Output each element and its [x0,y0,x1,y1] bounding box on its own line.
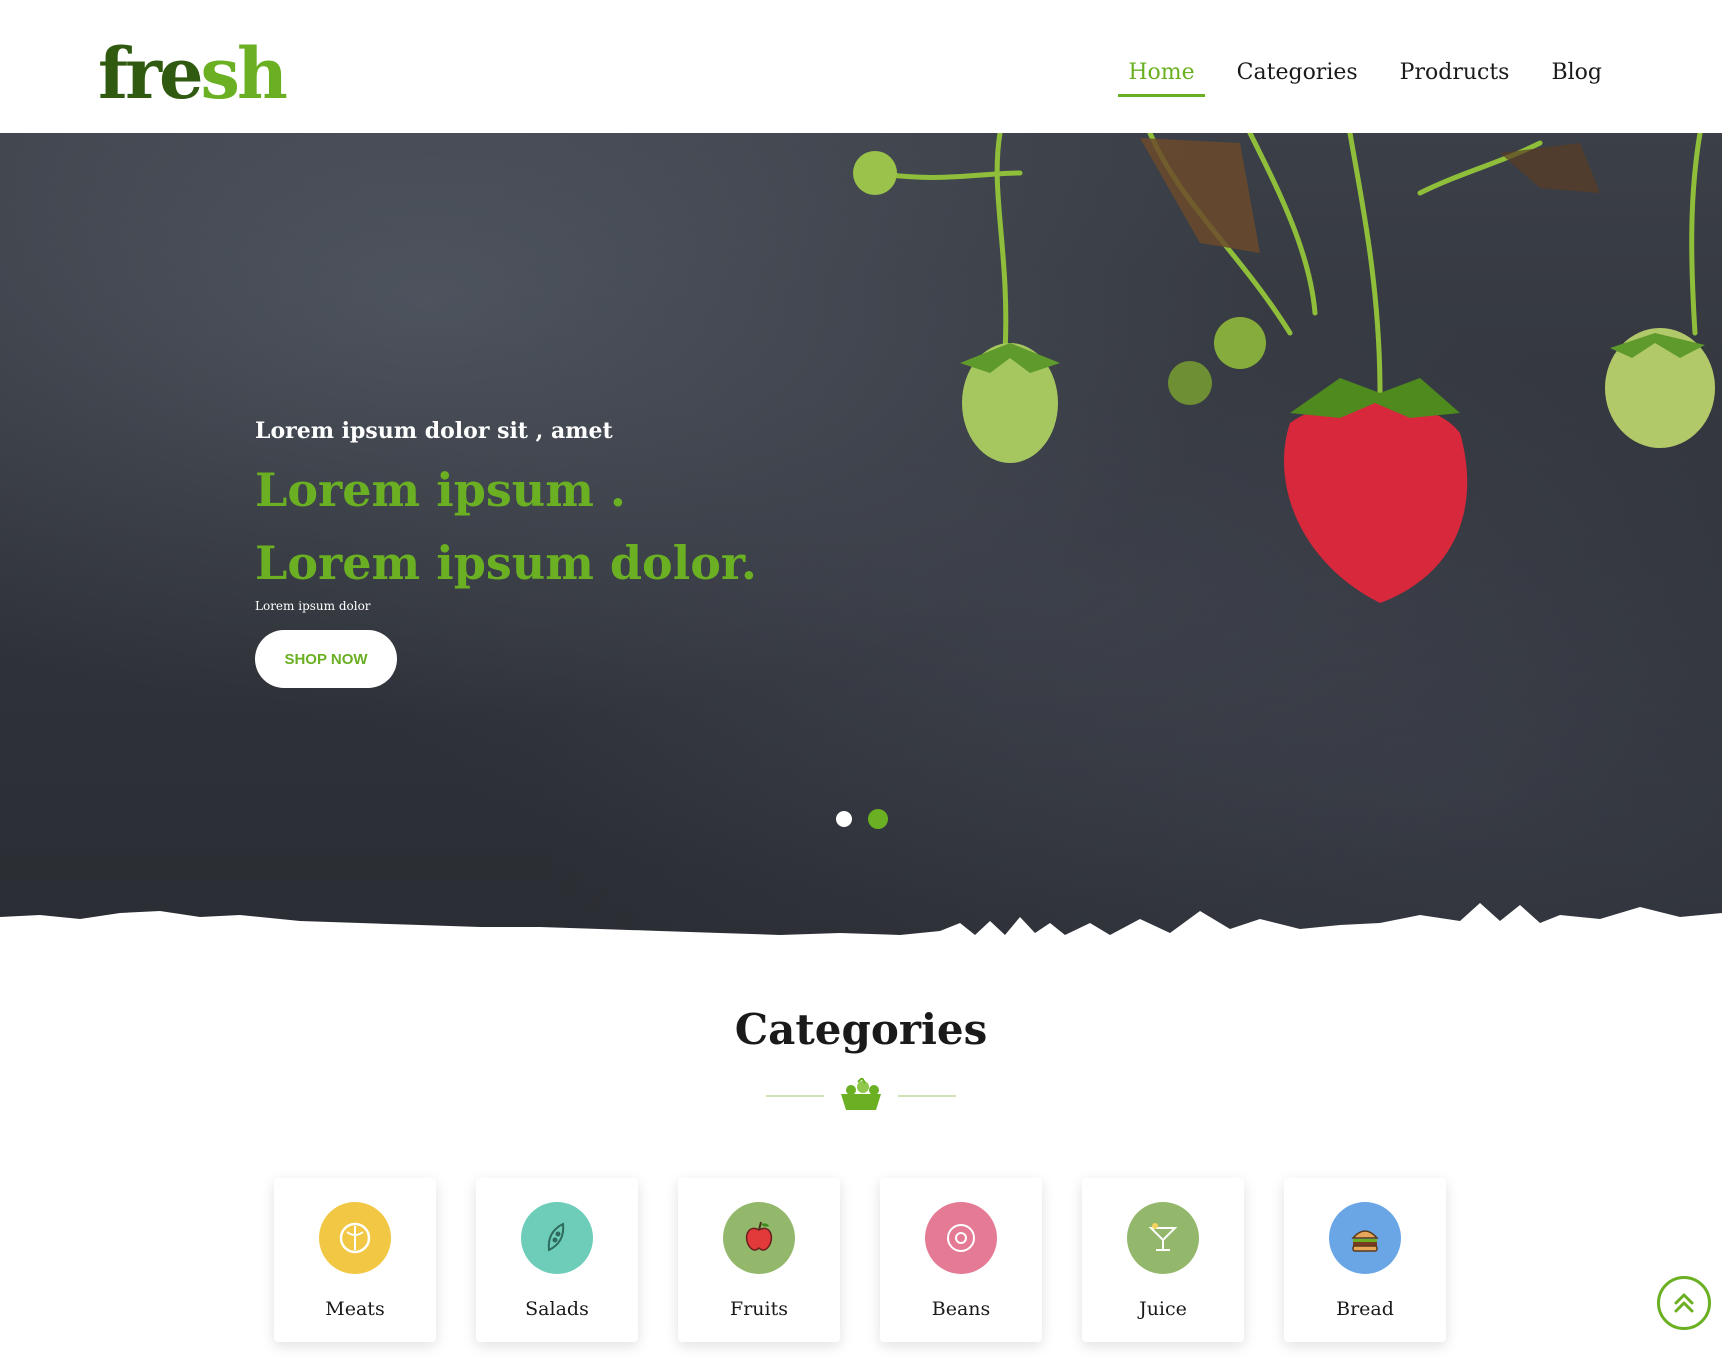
category-label: Fruits [730,1298,788,1320]
hero-slider: Lorem ipsum dolor sit , amet Lorem ipsum… [0,133,1722,963]
fresh-logo[interactable]: fresh [98,32,288,115]
cocktail-icon [1127,1202,1199,1274]
category-label: Juice [1139,1298,1187,1320]
burger-icon [1329,1202,1401,1274]
double-chevron-up-icon [1674,1293,1694,1313]
slider-dot-1[interactable] [836,811,852,827]
category-label: Salads [525,1298,589,1320]
torn-paper-edge [0,903,1722,963]
logo-text-part2: sh [200,32,288,115]
category-card-bread[interactable]: Bread [1284,1178,1446,1342]
strawberry-image [853,133,1715,603]
category-card-juice[interactable]: Juice [1082,1178,1244,1342]
categories-heading: Categories [734,1005,988,1054]
bean-icon [925,1202,997,1274]
nav-blog[interactable]: Blog [1541,60,1612,97]
cabbage-icon [319,1202,391,1274]
slider-dot-2[interactable] [868,809,888,829]
site-header: fresh Home Categories Prodructs Blog [0,0,1722,133]
nav-categories[interactable]: Categories [1227,60,1368,97]
slider-dots [836,809,888,829]
apple-icon [723,1202,795,1274]
category-card-salads[interactable]: Salads [476,1178,638,1342]
category-card-fruits[interactable]: Fruits [678,1178,840,1342]
logo-text-part1: fre [98,32,204,115]
pea-pod-icon [521,1202,593,1274]
hero-subtitle: Lorem ipsum dolor sit , amet [255,418,613,444]
hero-title-line1: Lorem ipsum . [255,463,626,517]
category-card-meats[interactable]: Meats [274,1178,436,1342]
scroll-to-top-button[interactable] [1657,1276,1711,1330]
nav-home[interactable]: Home [1118,60,1205,97]
basket-divider-icon [766,1078,956,1110]
nav-products[interactable]: Prodructs [1390,60,1520,97]
hero-title-line2: Lorem ipsum dolor. [255,536,757,590]
category-label: Bread [1336,1298,1394,1320]
shop-now-button[interactable]: SHOP NOW [255,630,397,688]
main-nav: Home Categories Prodructs Blog [1096,60,1612,97]
category-cards: Meats Salads Fruits Beans Juice Bread [274,1178,1446,1342]
category-label: Beans [931,1298,991,1320]
category-label: Meats [325,1298,385,1320]
category-card-beans[interactable]: Beans [880,1178,1042,1342]
hero-small-text: Lorem ipsum dolor [255,599,371,613]
